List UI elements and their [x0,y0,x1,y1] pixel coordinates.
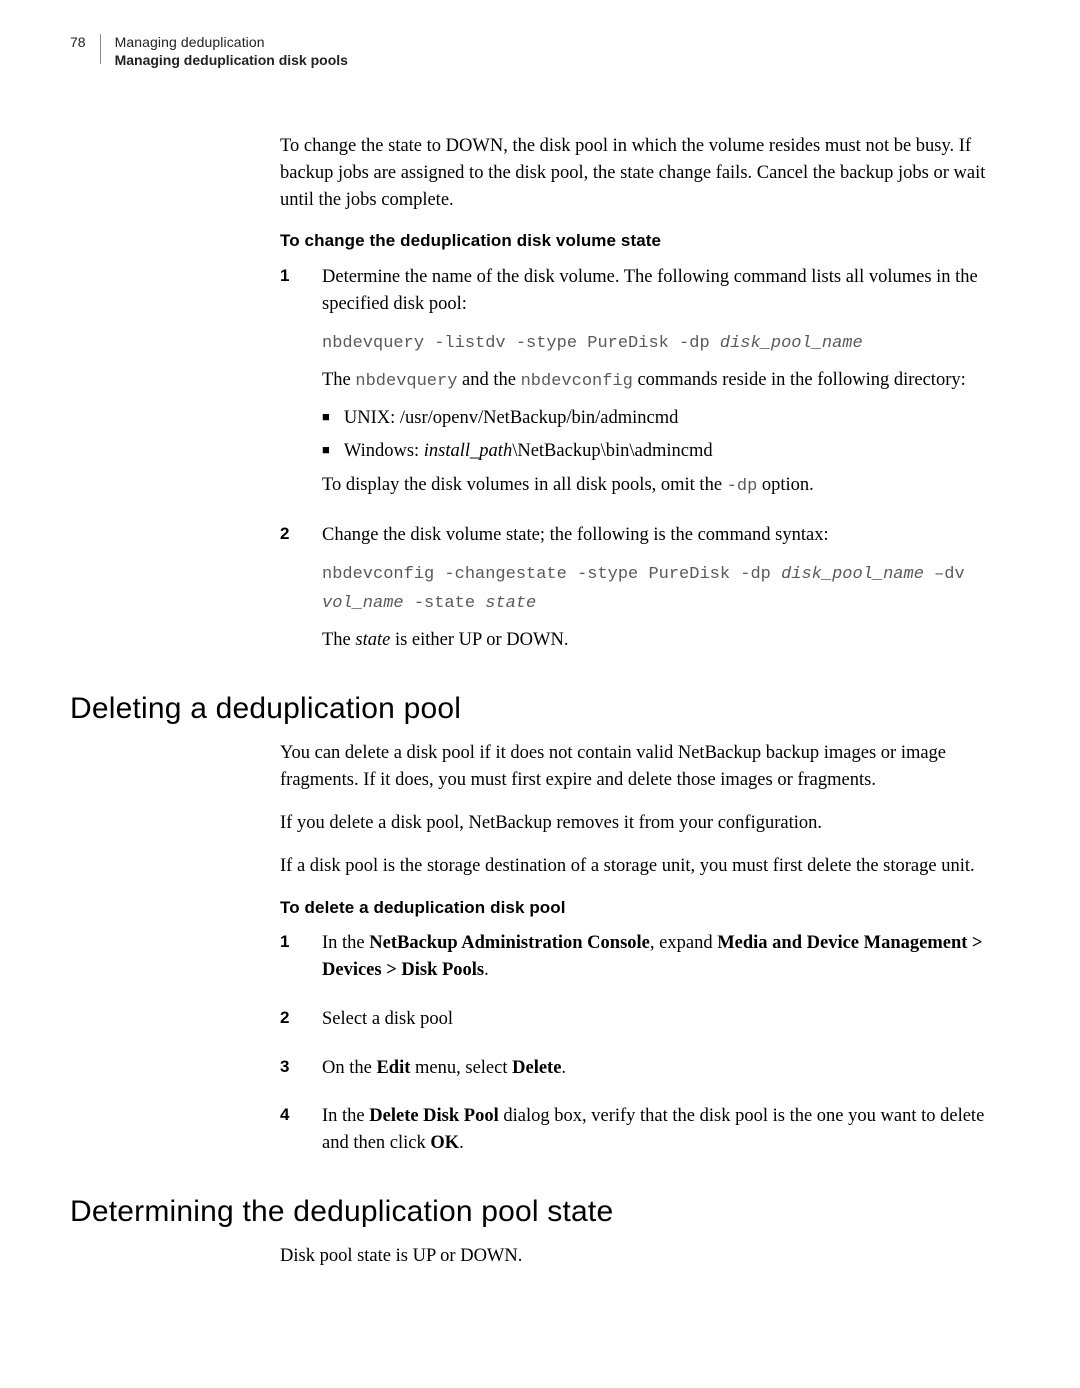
bullet-item: ■ Windows: install_path\NetBackup\bin\adm… [322,438,990,465]
step-number: 2 [280,522,298,664]
procedure-heading-1: To change the deduplication disk volume … [280,229,990,254]
step-text: In the Delete Disk Pool dialog box, veri… [322,1103,990,1157]
code-text: nbdevquery -listdv -stype PureDisk -dp [322,334,720,353]
section-heading-deleting: Deleting a deduplication pool [70,692,990,726]
bullet-text: UNIX: /usr/openv/NetBackup/bin/admincmd [344,405,678,432]
step-number: 4 [280,1103,298,1167]
step-2: 2 Change the disk volume state; the foll… [280,522,990,664]
body-text: To change the state to DOWN, the disk po… [280,133,990,664]
ui-label: NetBackup Administration Console [369,933,650,953]
step-3: 3 On the Edit menu, select Delete. [280,1055,990,1092]
ui-label: Delete [512,1058,561,1078]
code-param: vol_name [322,594,404,613]
step-2: 2 Select a disk pool [280,1006,990,1043]
ui-label: Edit [376,1058,410,1078]
step-1: 1 In the NetBackup Administration Consol… [280,930,990,994]
step-body: In the Delete Disk Pool dialog box, veri… [322,1103,990,1167]
page-header: 78 Managing deduplication Managing dedup… [70,34,990,69]
step-body: Change the disk volume state; the follow… [322,522,990,664]
page-number: 78 [70,34,86,50]
bullet-item: ■ UNIX: /usr/openv/NetBackup/bin/admincmd [322,405,990,432]
step-text: Change the disk volume state; the follow… [322,522,990,549]
code-param: state [485,594,536,613]
code-text: –dv [924,565,965,584]
inline-code: nbdevconfig [521,372,633,391]
step-body: On the Edit menu, select Delete. [322,1055,990,1092]
step-4: 4 In the Delete Disk Pool dialog box, ve… [280,1103,990,1167]
step-text: The state is either UP or DOWN. [322,627,990,654]
step-text: In the NetBackup Administration Console,… [322,930,990,984]
step-1: 1 Determine the name of the disk volume.… [280,264,990,510]
ui-label: OK [430,1133,459,1153]
intro-paragraph: To change the state to DOWN, the disk po… [280,133,990,213]
paragraph: If a disk pool is the storage destinatio… [280,853,990,880]
code-text: -state [404,594,486,613]
code-line: nbdevconfig -changestate -stype PureDisk… [322,559,990,618]
inline-code: -dp [727,477,758,496]
paragraph: If you delete a disk pool, NetBackup rem… [280,810,990,837]
step-text: Determine the name of the disk volume. T… [322,264,990,318]
step-text: The nbdevquery and the nbdevconfig comma… [322,367,990,395]
body-text: Disk pool state is UP or DOWN. [280,1243,990,1270]
path-italic: install_path [424,441,512,461]
code-param: disk_pool_name [720,334,863,353]
step-text: Select a disk pool [322,1006,990,1033]
header-divider [100,34,101,64]
step-body: Determine the name of the disk volume. T… [322,264,990,510]
code-param: disk_pool_name [781,565,924,584]
step-number: 3 [280,1055,298,1092]
bullet-icon: ■ [322,405,330,432]
paragraph: Disk pool state is UP or DOWN. [280,1243,990,1270]
header-chapter: Managing deduplication [115,34,348,52]
state-italic: state [355,630,390,650]
code-line: nbdevquery -listdv -stype PureDisk -dp d… [322,328,990,357]
step-number: 1 [280,930,298,994]
header-text: Managing deduplication Managing deduplic… [115,34,348,69]
section-heading-determining: Determining the deduplication pool state [70,1195,990,1229]
step-body: Select a disk pool [322,1006,990,1043]
page-container: 78 Managing deduplication Managing dedup… [0,0,1080,1326]
bullet-icon: ■ [322,438,330,465]
step-text: On the Edit menu, select Delete. [322,1055,990,1082]
code-text: nbdevconfig -changestate -stype PureDisk… [322,565,781,584]
bullet-text: Windows: install_path\NetBackup\bin\admi… [344,438,713,465]
body-text: You can delete a disk pool if it does no… [280,740,990,1167]
procedure-heading-2: To delete a deduplication disk pool [280,896,990,921]
header-section: Managing deduplication disk pools [115,52,348,70]
ui-label: Delete Disk Pool [369,1106,498,1126]
step-body: In the NetBackup Administration Console,… [322,930,990,994]
step-number: 1 [280,264,298,510]
step-text: To display the disk volumes in all disk … [322,472,990,500]
inline-code: nbdevquery [355,372,457,391]
paragraph: You can delete a disk pool if it does no… [280,740,990,794]
step-number: 2 [280,1006,298,1043]
